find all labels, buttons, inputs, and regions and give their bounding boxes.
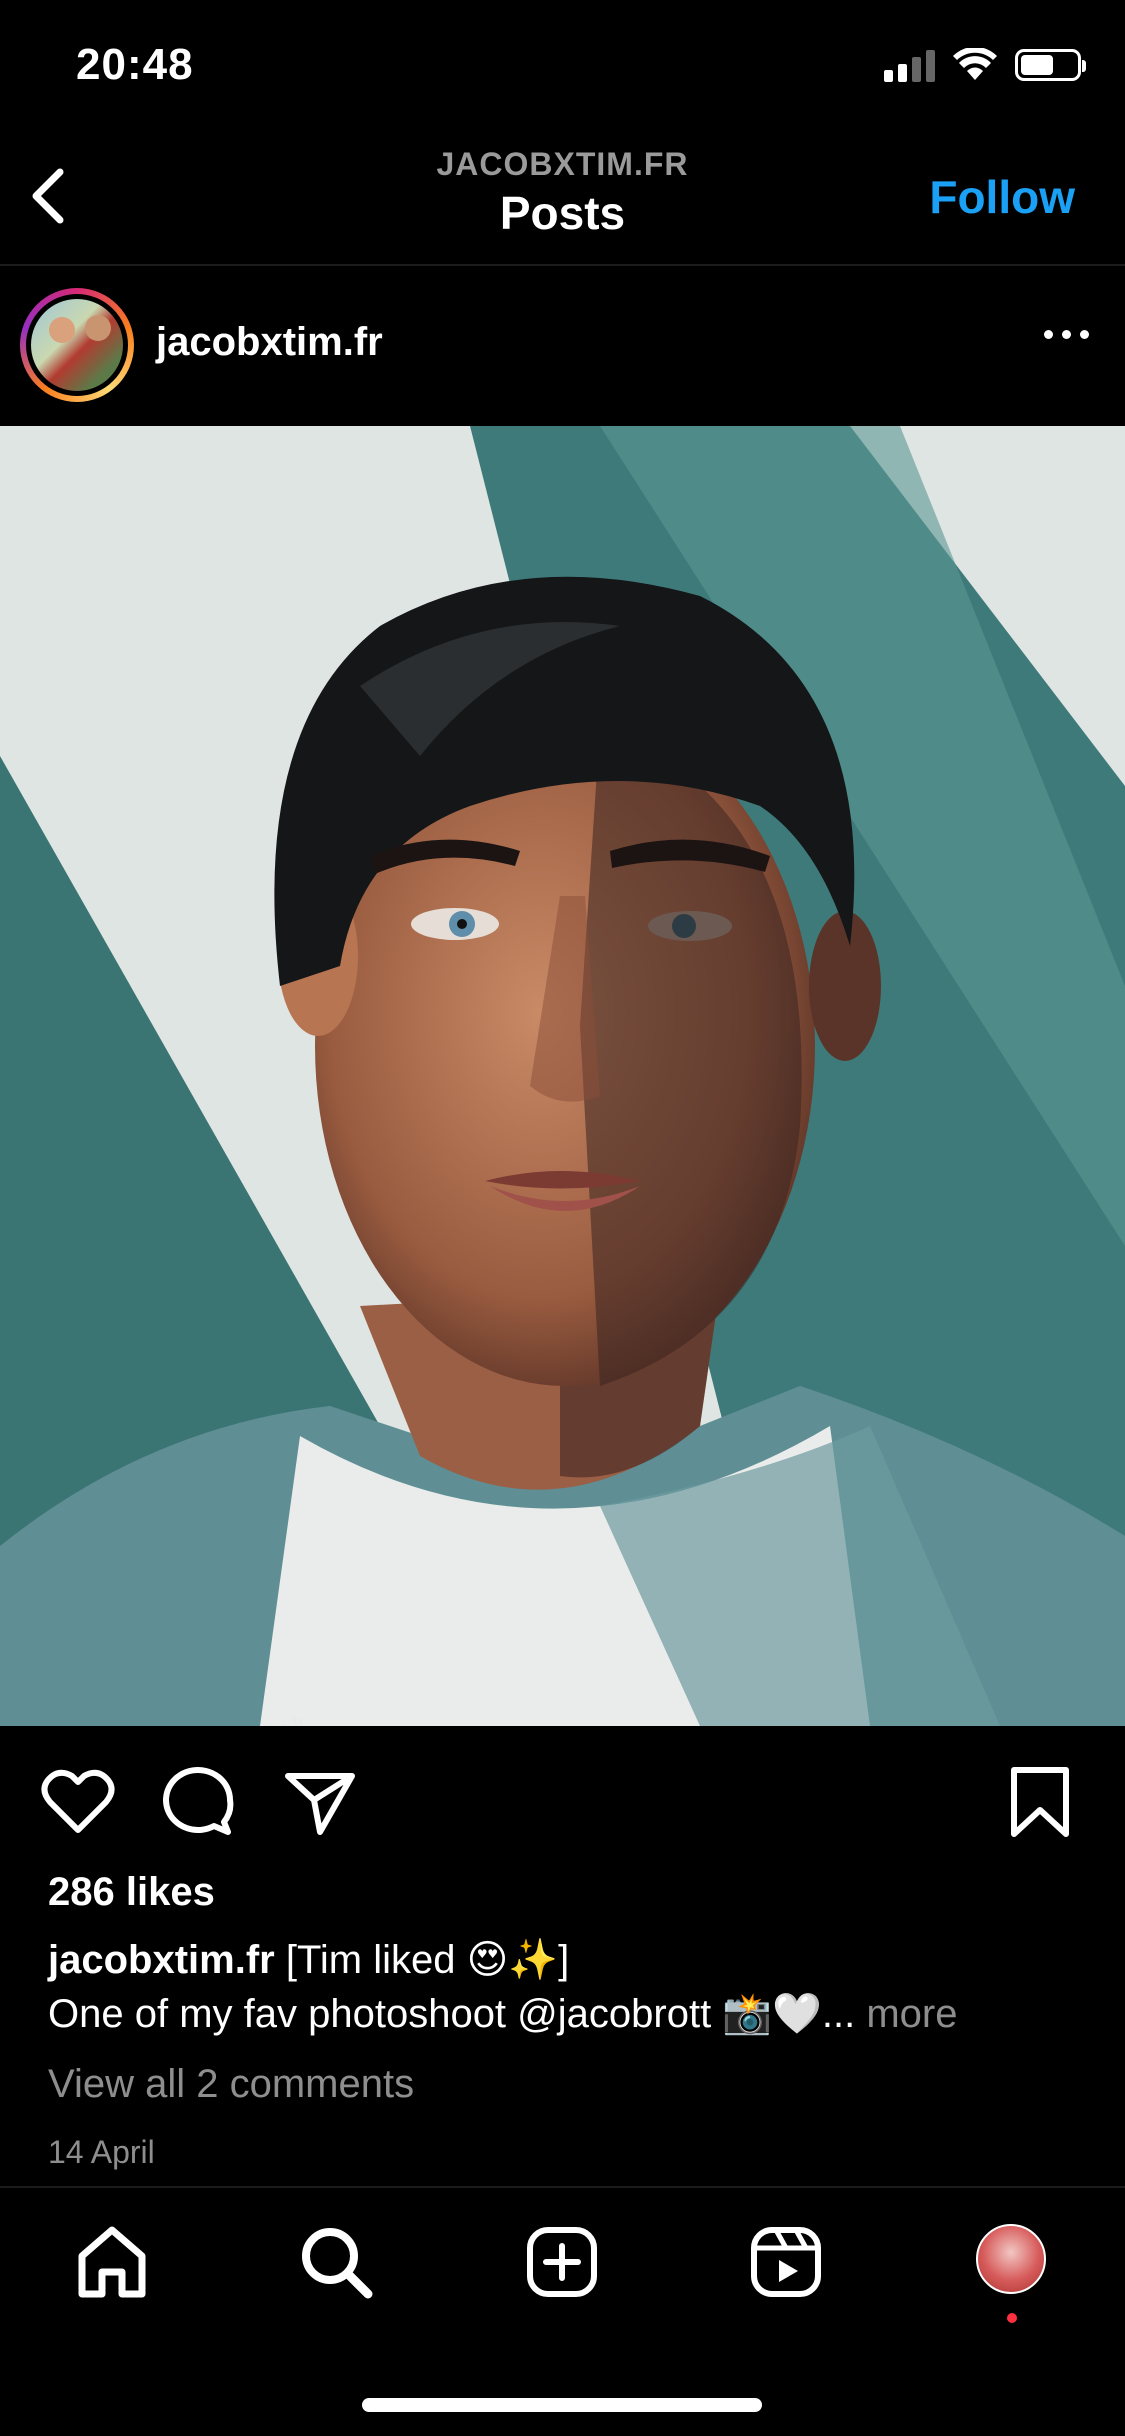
reels-icon[interactable] <box>746 2222 826 2302</box>
create-post-icon[interactable] <box>522 2222 602 2302</box>
post-avatar[interactable] <box>20 288 134 402</box>
save-bookmark-icon[interactable] <box>1000 1762 1080 1842</box>
caption-username[interactable]: jacobxtim.fr <box>48 1938 275 1982</box>
notification-dot <box>1007 2313 1017 2323</box>
like-heart-icon[interactable] <box>38 1762 118 1842</box>
tab-bar-divider <box>0 2186 1125 2188</box>
caption-line-2: One of my fav photoshoot @jacobrott 📸🤍..… <box>48 1990 958 2037</box>
cellular-signal-icon <box>884 48 935 82</box>
caption-more-link[interactable]: more <box>855 1992 957 2036</box>
home-icon[interactable] <box>72 2222 152 2302</box>
follow-button[interactable]: Follow <box>929 170 1075 224</box>
post-date: 14 April <box>48 2134 155 2170</box>
profile-avatar-tab[interactable] <box>976 2224 1046 2294</box>
view-comments-link[interactable]: View all 2 comments <box>48 2062 414 2107</box>
status-icons <box>884 48 1086 82</box>
header-divider <box>0 264 1125 266</box>
post-username[interactable]: jacobxtim.fr <box>156 320 383 365</box>
caption-line-1: jacobxtim.fr [Tim liked 😍✨] <box>48 1936 569 1983</box>
post-image[interactable]: jacobxtim.fr <box>0 426 1125 1726</box>
caption-text-2: One of my fav photoshoot @jacobrott 📸🤍..… <box>48 1992 856 2036</box>
likes-count[interactable]: 286 likes <box>48 1870 215 1915</box>
home-indicator[interactable] <box>362 2398 762 2412</box>
comment-icon[interactable] <box>158 1762 238 1842</box>
share-send-icon[interactable] <box>280 1762 360 1842</box>
wifi-icon <box>953 48 997 80</box>
search-icon[interactable] <box>296 2222 376 2302</box>
caption-text-1: [Tim liked 😍✨] <box>285 1938 570 1982</box>
more-options-icon[interactable] <box>1044 330 1089 339</box>
status-time: 20:48 <box>76 40 194 89</box>
battery-icon <box>1015 49 1086 81</box>
